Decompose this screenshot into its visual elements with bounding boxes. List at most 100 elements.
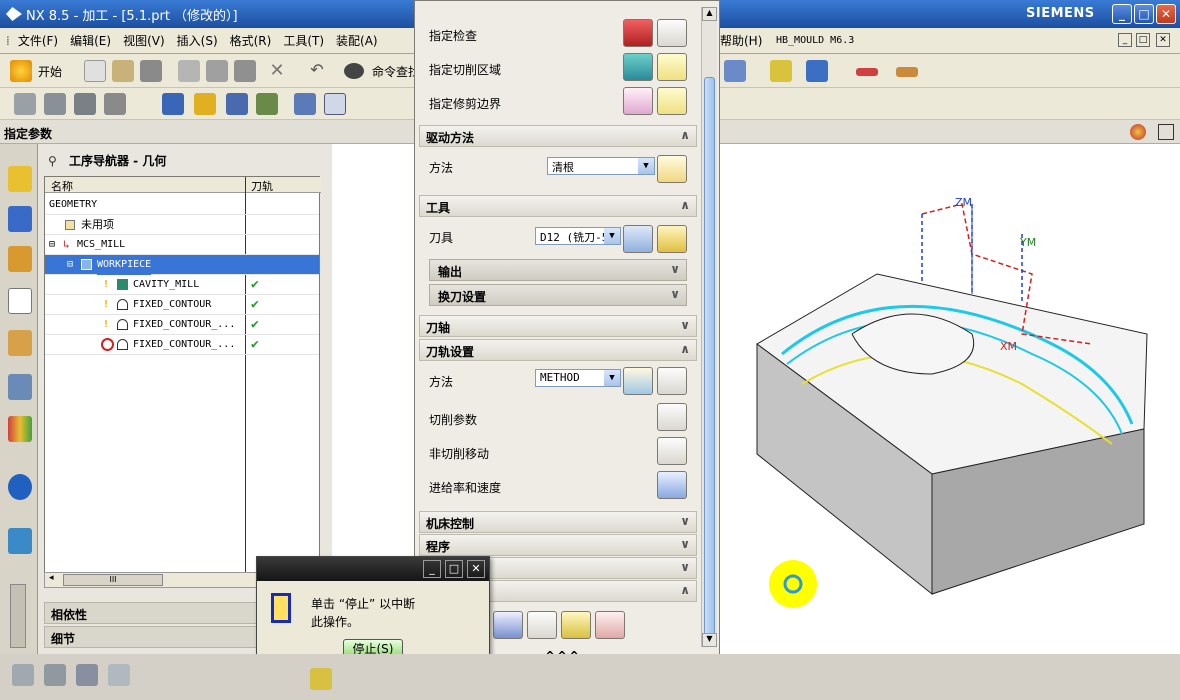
resource-bar-scroller[interactable] bbox=[10, 584, 26, 648]
check-display-button[interactable] bbox=[657, 19, 687, 47]
menu-tools[interactable]: 工具(T) bbox=[277, 32, 330, 49]
verify-button[interactable] bbox=[561, 611, 591, 639]
generate-button[interactable] bbox=[493, 611, 523, 639]
orient-icon[interactable] bbox=[770, 60, 792, 82]
scroll-up-icon[interactable]: ▲ bbox=[702, 7, 717, 21]
history-icon[interactable] bbox=[8, 416, 32, 442]
cut-icon[interactable] bbox=[178, 60, 200, 82]
path-method-select[interactable]: METHOD ▼ bbox=[535, 369, 621, 387]
scroll-thumb[interactable]: III bbox=[63, 574, 163, 586]
collapse-icon[interactable]: ⊟ bbox=[67, 255, 73, 275]
tree-row-unused[interactable]: 未用项 bbox=[45, 215, 319, 235]
undo-icon[interactable]: ↶ bbox=[306, 60, 328, 82]
program-order-view-icon[interactable] bbox=[162, 93, 184, 115]
machining-method-view-icon[interactable] bbox=[256, 93, 278, 115]
start-menu-label[interactable]: 开始 bbox=[38, 63, 62, 80]
tool-group[interactable]: 工具 ∧ bbox=[419, 195, 697, 217]
drive-method-group[interactable]: 驱动方法 ∧ bbox=[419, 125, 697, 147]
render-style-icon[interactable] bbox=[1130, 124, 1146, 140]
drive-method-select[interactable]: 清根 ▼ bbox=[547, 157, 655, 175]
scroll-left-icon[interactable]: ◂ bbox=[49, 573, 54, 583]
operation-navigator-icon[interactable] bbox=[8, 288, 32, 314]
list-button[interactable] bbox=[595, 611, 625, 639]
menu-insert[interactable]: 插入(S) bbox=[171, 32, 224, 49]
tree-row-mcs[interactable]: ⊟ ↳ MCS_MILL bbox=[45, 235, 319, 255]
tree-row-op[interactable]: ! CAVITY_MILL ✔ bbox=[45, 275, 319, 295]
measure-icon[interactable] bbox=[896, 67, 918, 77]
generate-toolpath-icon[interactable] bbox=[294, 93, 316, 115]
menu-edit[interactable]: 编辑(E) bbox=[64, 32, 117, 49]
save-icon[interactable] bbox=[140, 60, 162, 82]
output-subgroup[interactable]: 输出 ∨ bbox=[429, 259, 687, 281]
specify-cut-area-button[interactable] bbox=[623, 53, 653, 81]
filter-icon[interactable] bbox=[76, 664, 98, 686]
assembly-navigator-icon[interactable] bbox=[8, 166, 32, 192]
delete-icon[interactable]: ✕ bbox=[266, 60, 288, 82]
progress-minimize-button[interactable]: _ bbox=[423, 560, 441, 578]
tree-row-op[interactable]: FIXED_CONTOUR_... ✔ bbox=[45, 335, 319, 355]
pin-icon[interactable]: ⚲ bbox=[48, 154, 57, 168]
doc-close-button[interactable]: ✕ bbox=[1156, 33, 1170, 47]
feeds-speeds-button[interactable] bbox=[657, 471, 687, 499]
wcs-icon[interactable] bbox=[856, 68, 878, 76]
machine-navigator-icon[interactable] bbox=[8, 330, 32, 356]
new-tool-button[interactable] bbox=[623, 225, 653, 253]
reuse-library-icon[interactable] bbox=[8, 374, 32, 400]
start-icon[interactable] bbox=[10, 60, 32, 82]
cut-area-display-button[interactable] bbox=[657, 53, 687, 81]
menu-plugin[interactable]: HB_MOULD M6.3 bbox=[770, 35, 860, 46]
open-folder-icon[interactable] bbox=[112, 60, 134, 82]
minimize-button[interactable]: _ bbox=[1112, 4, 1132, 24]
trim-display-button[interactable] bbox=[657, 87, 687, 115]
program-group[interactable]: 程序 ∨ bbox=[419, 534, 697, 556]
menu-file[interactable]: 文件(F) bbox=[12, 32, 64, 49]
info-icon[interactable] bbox=[8, 474, 32, 500]
specify-trim-boundary-button[interactable] bbox=[623, 87, 653, 115]
machine-control-group[interactable]: 机床控制 ∨ bbox=[419, 511, 697, 533]
scroll-down-icon[interactable]: ▼ bbox=[702, 633, 717, 647]
column-name-header[interactable]: 名称 bbox=[51, 178, 73, 194]
replay-button[interactable] bbox=[527, 611, 557, 639]
transform-icon[interactable] bbox=[724, 60, 746, 82]
create-method-icon[interactable] bbox=[104, 93, 126, 115]
web-browser-icon[interactable] bbox=[8, 528, 32, 554]
menu-view[interactable]: 视图(V) bbox=[117, 32, 171, 49]
fit-view-icon[interactable] bbox=[1158, 124, 1174, 140]
selection-icon[interactable] bbox=[108, 664, 130, 686]
layer-icon[interactable] bbox=[44, 664, 66, 686]
constraint-navigator-icon[interactable] bbox=[8, 206, 32, 232]
create-program-icon[interactable] bbox=[14, 93, 36, 115]
tree-row-op[interactable]: ! FIXED_CONTOUR_... ✔ bbox=[45, 315, 319, 335]
edit-tool-button[interactable] bbox=[657, 225, 687, 253]
tree-row-op[interactable]: ! FIXED_CONTOUR ✔ bbox=[45, 295, 319, 315]
create-geometry-icon[interactable] bbox=[74, 93, 96, 115]
tool-axis-group[interactable]: 刀轴 ∨ bbox=[419, 315, 697, 337]
tool-change-subgroup[interactable]: 换刀设置 ∨ bbox=[429, 284, 687, 306]
doc-minimize-button[interactable]: _ bbox=[1118, 33, 1132, 47]
dialog-scroll-thumb[interactable] bbox=[704, 77, 715, 637]
column-path-header[interactable]: 刀轨 bbox=[251, 178, 273, 194]
status-icon[interactable] bbox=[310, 668, 332, 690]
specify-check-button[interactable] bbox=[623, 19, 653, 47]
dialog-scrollbar[interactable]: ▲ ▼ bbox=[701, 7, 717, 647]
non-cut-moves-button[interactable] bbox=[657, 437, 687, 465]
doc-restore-button[interactable]: □ bbox=[1136, 33, 1150, 47]
new-file-icon[interactable] bbox=[84, 60, 106, 82]
shop-doc-icon[interactable] bbox=[324, 93, 346, 115]
binoculars-icon[interactable] bbox=[344, 63, 364, 79]
view-icon[interactable] bbox=[806, 60, 828, 82]
menu-format[interactable]: 格式(R) bbox=[224, 32, 278, 49]
tool-select[interactable]: D12 (铣刀-5 ▼ bbox=[535, 227, 621, 245]
maximize-button[interactable]: □ bbox=[1134, 4, 1154, 24]
tree-row-geometry[interactable]: GEOMETRY bbox=[45, 195, 319, 215]
cut-params-button[interactable] bbox=[657, 403, 687, 431]
menu-help[interactable]: 帮助(H) bbox=[714, 32, 768, 49]
drive-method-edit-button[interactable] bbox=[657, 155, 687, 183]
layout-icon[interactable] bbox=[12, 664, 34, 686]
geometry-view-icon[interactable] bbox=[226, 93, 248, 115]
close-button[interactable]: ✕ bbox=[1156, 4, 1176, 24]
part-navigator-icon[interactable] bbox=[8, 246, 32, 272]
menu-assembly[interactable]: 装配(A) bbox=[330, 32, 384, 49]
create-tool-icon[interactable] bbox=[44, 93, 66, 115]
command-finder-label[interactable]: 命令查找 bbox=[372, 63, 420, 80]
